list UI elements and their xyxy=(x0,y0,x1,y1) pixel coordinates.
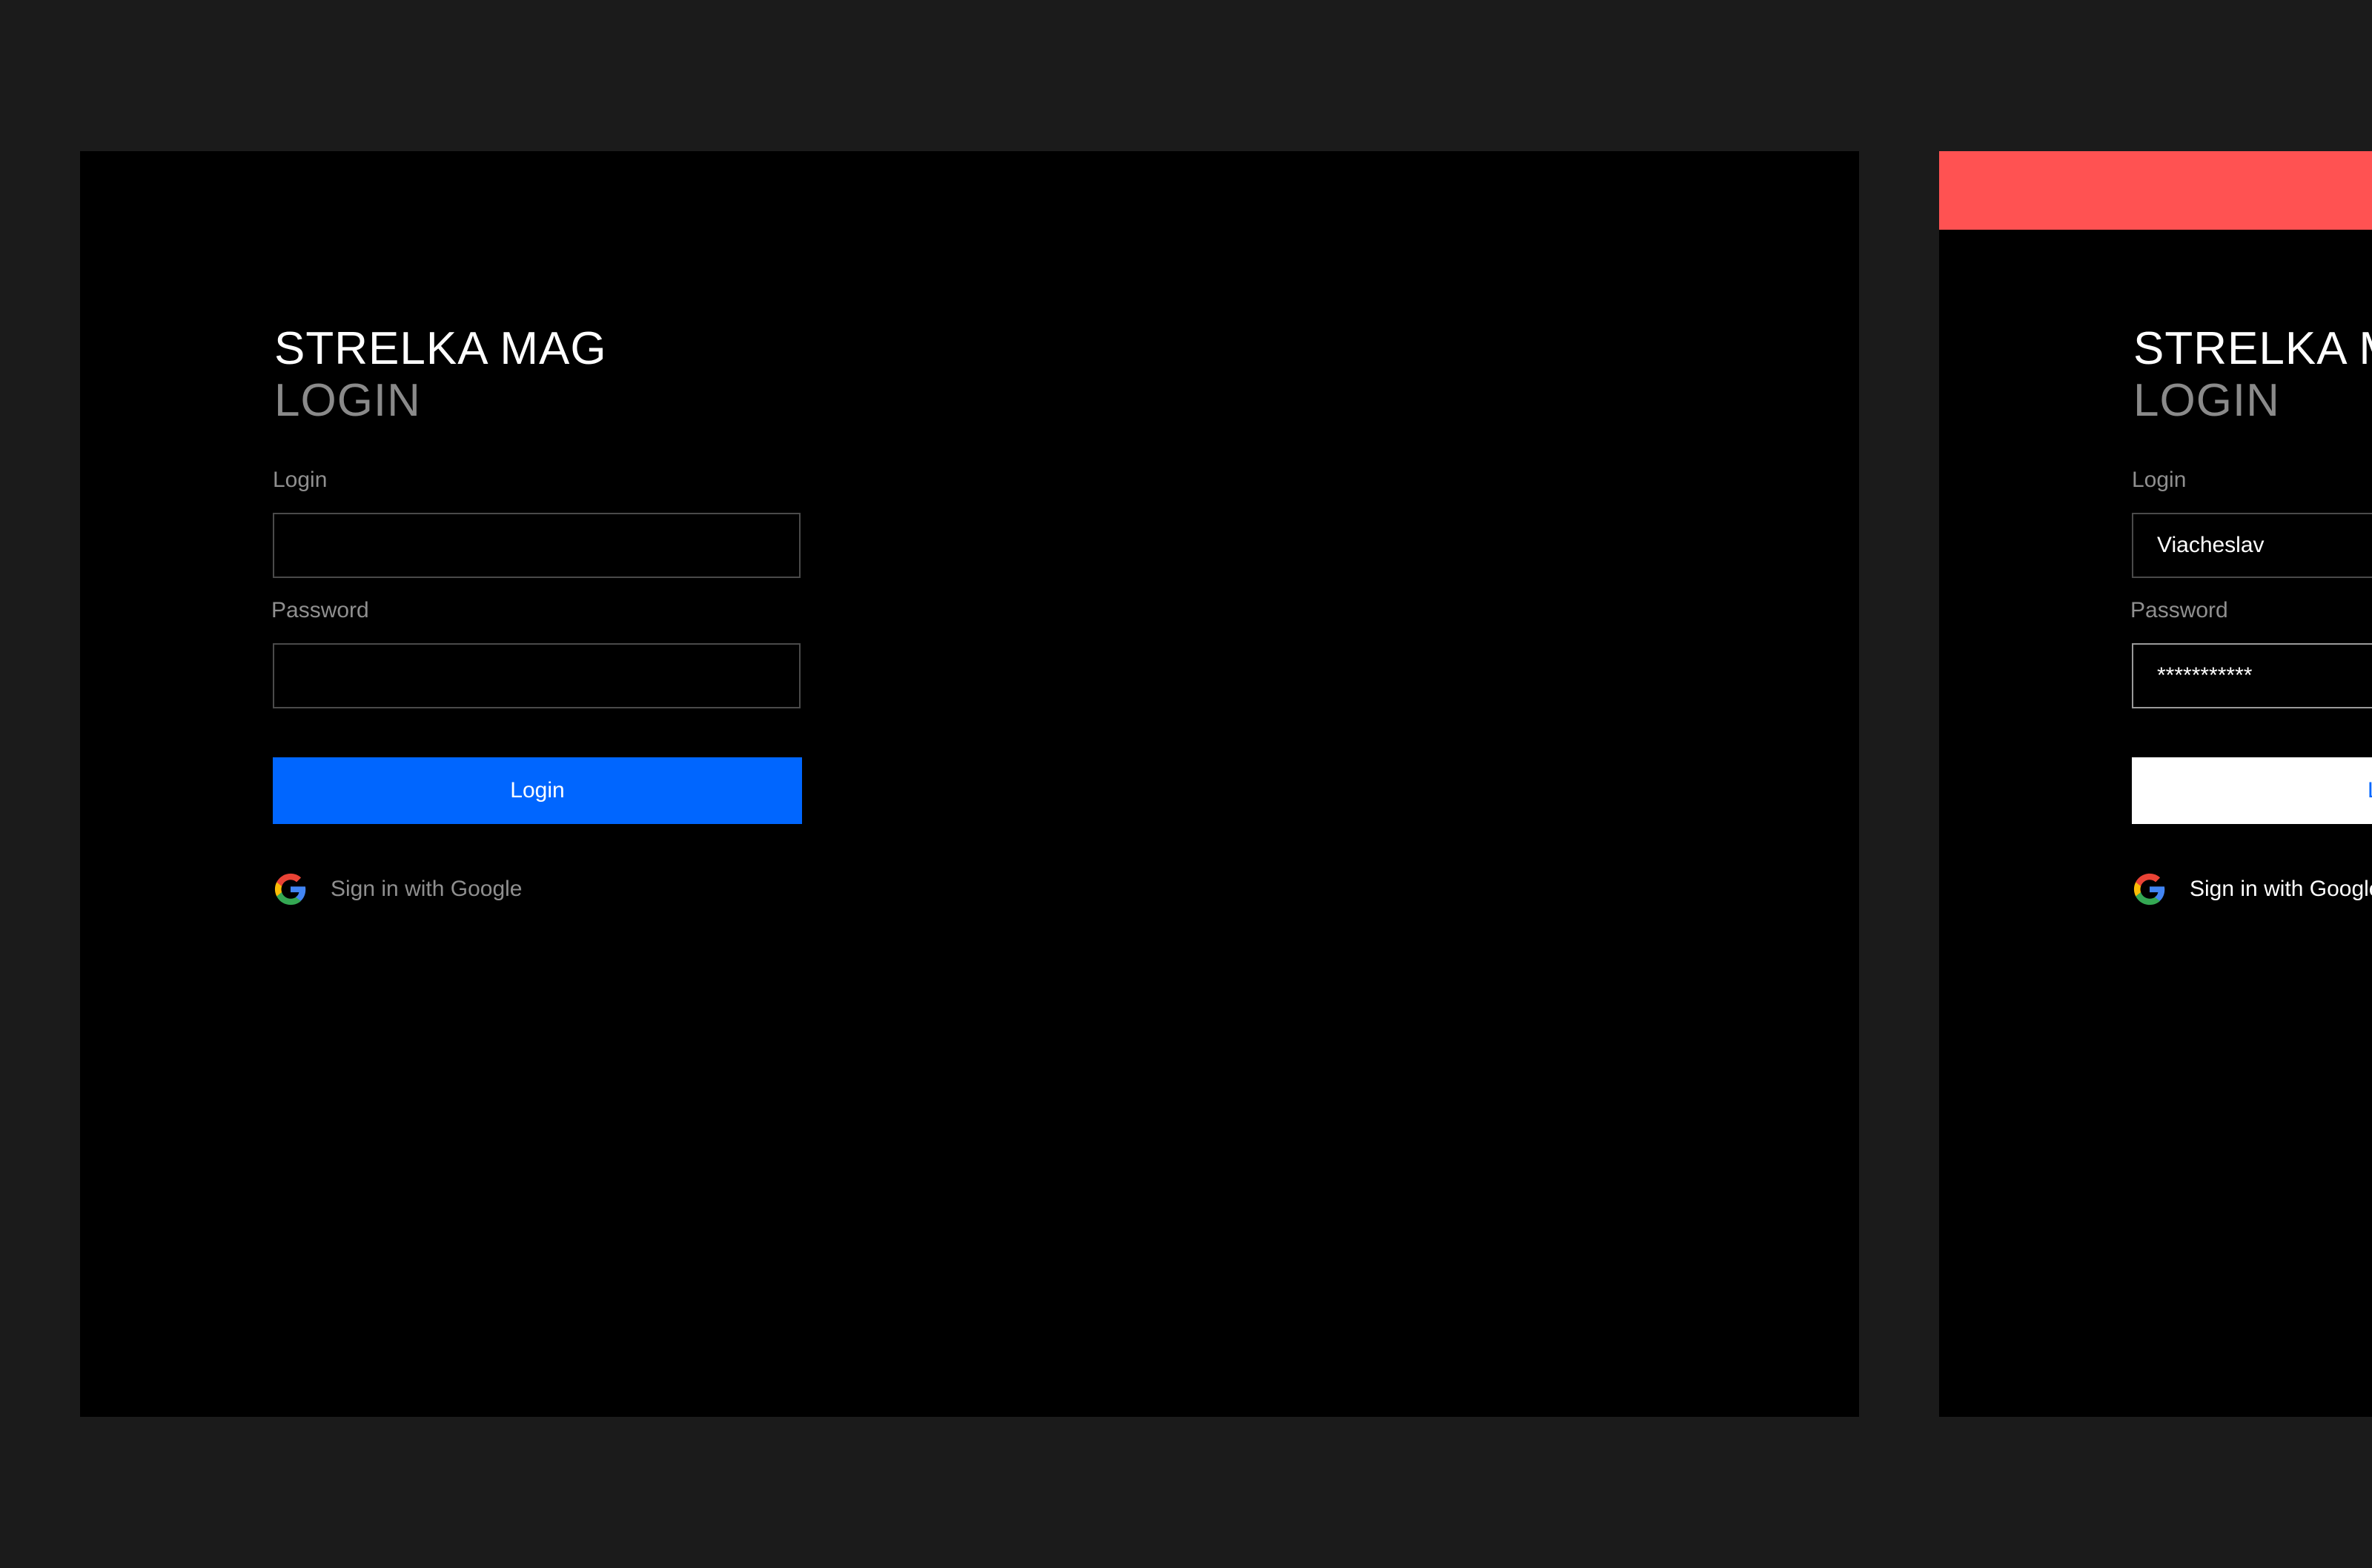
google-signin-link[interactable]: Sign in with Google xyxy=(273,873,802,906)
page-subtitle: LOGIN xyxy=(274,375,421,426)
google-signin-link[interactable]: Sign in with Google xyxy=(2132,873,2372,906)
brand-title: STRELKA MAG xyxy=(274,323,607,374)
login-form: STRELKA MAG LOGIN Login Password Login S… xyxy=(271,323,802,906)
canvas: STRELKA MAG LOGIN Login Password Login S… xyxy=(0,0,2372,1568)
login-form: STRELKA MAG LOGIN Login Password Login S… xyxy=(2130,323,2372,906)
login-screen-error: STRELKA MAG LOGIN Login Password Login S… xyxy=(1939,151,2372,1417)
google-signin-label: Sign in with Google xyxy=(2190,877,2372,901)
login-button[interactable]: Login xyxy=(273,757,802,824)
login-field-label: Login xyxy=(273,468,328,492)
brand-title: STRELKA MAG xyxy=(2133,323,2372,374)
login-input[interactable] xyxy=(2132,513,2372,578)
google-signin-label: Sign in with Google xyxy=(331,877,523,901)
google-g-icon xyxy=(2133,873,2165,906)
password-field-label: Password xyxy=(271,598,369,622)
login-field-label: Login xyxy=(2132,468,2187,492)
error-banner xyxy=(1939,151,2372,230)
page-subtitle: LOGIN xyxy=(2133,375,2280,426)
login-button[interactable]: Login xyxy=(2132,757,2372,824)
login-screen-empty: STRELKA MAG LOGIN Login Password Login S… xyxy=(80,151,1859,1417)
password-field-label: Password xyxy=(2130,598,2228,622)
google-g-icon xyxy=(274,873,306,906)
password-input[interactable] xyxy=(2132,643,2372,708)
login-input[interactable] xyxy=(273,513,801,578)
password-input[interactable] xyxy=(273,643,801,708)
